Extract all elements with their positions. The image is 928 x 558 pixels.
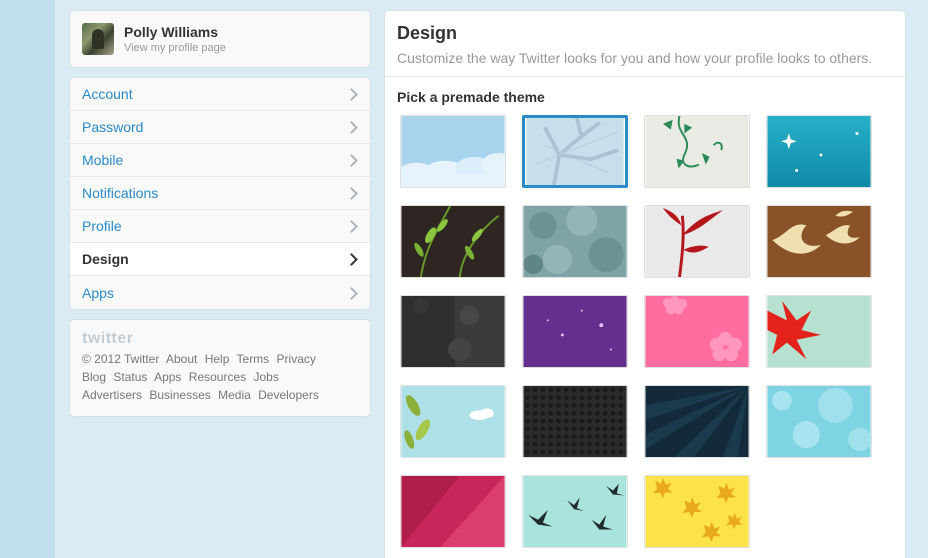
settings-sidebar: Polly Williams View my profile page Acco… [69, 10, 371, 426]
footer-links-row-3: Advertisers Businesses Media Developers [82, 386, 358, 404]
nav-item-mobile[interactable]: Mobile [70, 144, 370, 177]
profile-name[interactable]: Polly Williams [124, 24, 226, 40]
chevron-right-icon [346, 219, 358, 233]
theme-vines[interactable] [644, 115, 750, 188]
theme-leaves-dark[interactable] [400, 205, 506, 278]
theme-bokeh-cyan[interactable] [766, 385, 872, 458]
nav-item-profile[interactable]: Profile [70, 210, 370, 243]
theme-red-plant[interactable] [644, 205, 750, 278]
nav-item-label: Apps [82, 284, 114, 301]
theme-sparkles[interactable] [766, 115, 872, 188]
theme-navy-rays[interactable] [644, 385, 750, 458]
avatar[interactable] [82, 23, 114, 55]
nav-item-label: Notifications [82, 185, 159, 201]
settings-nav: Account Password Mobile Notifications Pr… [69, 77, 371, 310]
theme-grunge-dark[interactable] [400, 295, 506, 368]
footer-links-row-1: © 2012 Twitter About Help Terms Privacy [82, 350, 358, 368]
theme-pink-flowers[interactable] [644, 295, 750, 368]
theme-grid [400, 115, 875, 548]
theme-red-leaf[interactable] [766, 295, 872, 368]
theme-hex-dark[interactable] [522, 385, 628, 458]
nav-item-design[interactable]: Design [70, 243, 370, 276]
design-panel: Design Customize the way Twitter looks f… [384, 10, 906, 558]
footer-link-jobs[interactable]: Jobs [253, 370, 278, 384]
nav-item-label: Password [82, 119, 144, 135]
theme-yellow-leaves[interactable] [644, 475, 750, 548]
theme-branches[interactable] [522, 115, 628, 188]
nav-item-label: Account [82, 86, 133, 102]
page-title: Design [397, 23, 458, 43]
theme-purple-stars[interactable] [522, 295, 628, 368]
footer-copyright: © 2012 Twitter [82, 352, 160, 366]
footer-link-terms[interactable]: Terms [237, 352, 270, 366]
footer-links-row-2: Blog Status Apps Resources Jobs [82, 368, 358, 386]
nav-item-label: Mobile [82, 152, 124, 168]
nav-item-label: Design [82, 251, 129, 267]
footer-link-help[interactable]: Help [205, 352, 230, 366]
twitter-logo: twitter [82, 330, 134, 347]
nav-item-password[interactable]: Password [70, 111, 370, 144]
chevron-right-icon [346, 186, 358, 200]
footer-link-blog[interactable]: Blog [82, 370, 106, 384]
premade-theme-heading: Pick a premade theme [397, 89, 545, 105]
footer-link-advertisers[interactable]: Advertisers [82, 388, 142, 402]
page-subtitle: Customize the way Twitter looks for you … [397, 50, 873, 66]
footer-card: twitter © 2012 Twitter About Help Terms … [69, 319, 371, 417]
design-header: Design Customize the way Twitter looks f… [385, 11, 905, 77]
footer-link-businesses[interactable]: Businesses [149, 388, 210, 402]
theme-clouds[interactable] [400, 115, 506, 188]
theme-foliage[interactable] [522, 205, 628, 278]
footer-link-privacy[interactable]: Privacy [277, 352, 316, 366]
profile-card[interactable]: Polly Williams View my profile page [69, 10, 371, 68]
nav-item-apps[interactable]: Apps [70, 276, 370, 309]
theme-green-leaves-sky[interactable] [400, 385, 506, 458]
chevron-right-icon [346, 252, 358, 266]
chevron-right-icon [346, 87, 358, 101]
nav-item-notifications[interactable]: Notifications [70, 177, 370, 210]
view-profile-link[interactable]: View my profile page [124, 42, 226, 54]
footer-link-about[interactable]: About [166, 352, 197, 366]
chevron-right-icon [346, 153, 358, 167]
footer-link-apps[interactable]: Apps [154, 370, 181, 384]
footer-link-status[interactable]: Status [113, 370, 147, 384]
chevron-right-icon [346, 286, 358, 300]
theme-birds-brown[interactable] [766, 205, 872, 278]
nav-item-account[interactable]: Account [70, 78, 370, 111]
footer-link-resources[interactable]: Resources [189, 370, 246, 384]
theme-birds-mint[interactable] [522, 475, 628, 548]
footer-link-developers[interactable]: Developers [258, 388, 319, 402]
chevron-right-icon [346, 120, 358, 134]
nav-item-label: Profile [82, 218, 122, 234]
theme-crimson-diagonal[interactable] [400, 475, 506, 548]
footer-link-media[interactable]: Media [218, 388, 251, 402]
